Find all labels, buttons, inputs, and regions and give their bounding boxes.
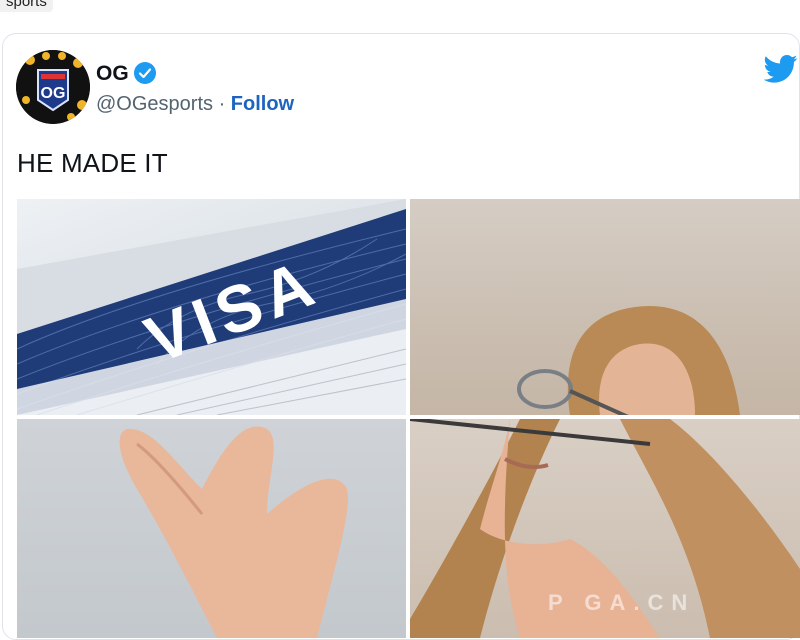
media-tile-hand[interactable] xyxy=(17,419,406,638)
visa-image: VISA xyxy=(17,199,406,415)
hand-image xyxy=(119,426,348,638)
tweet-text: HE MADE IT xyxy=(17,148,168,178)
twitter-bird-icon[interactable] xyxy=(764,54,798,84)
svg-text:OG: OG xyxy=(41,85,66,102)
og-logo: OG xyxy=(16,50,90,124)
separator: · xyxy=(213,93,231,115)
top-fragment: sports xyxy=(0,0,53,12)
media-tile-face-bottom[interactable]: P GA.CN xyxy=(410,419,800,638)
watermark: P GA.CN xyxy=(548,590,696,615)
follow-link[interactable]: Follow xyxy=(231,93,294,115)
face-top-image xyxy=(517,305,740,415)
display-name[interactable]: OG xyxy=(96,62,129,86)
handle[interactable]: @OGesports xyxy=(96,93,213,115)
verified-badge-icon xyxy=(134,62,156,84)
media-tile-visa[interactable]: VISA xyxy=(17,199,406,415)
handle-row: @OGesports · Follow xyxy=(96,93,294,116)
avatar[interactable]: OG xyxy=(16,50,90,124)
media-tile-face-top[interactable] xyxy=(410,199,800,415)
